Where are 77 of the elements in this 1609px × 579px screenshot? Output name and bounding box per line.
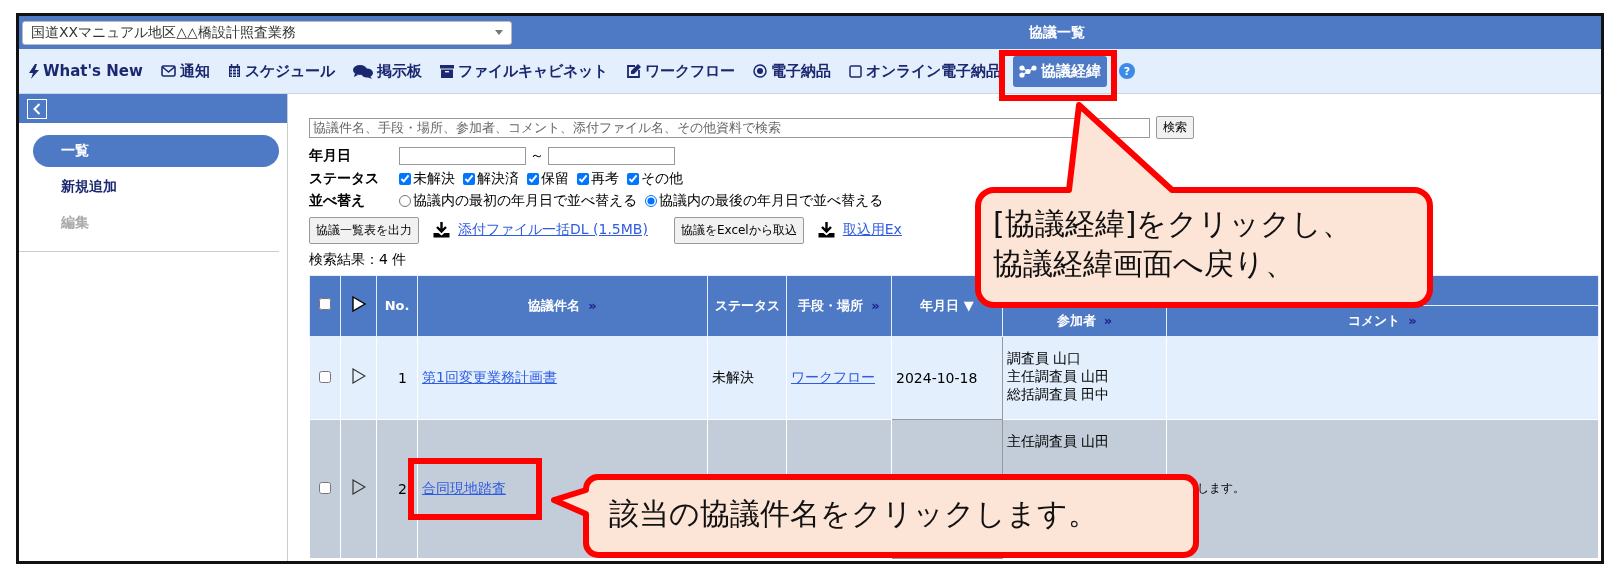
column-header[interactable]: No. [376, 275, 418, 337]
row-checkbox[interactable] [319, 370, 331, 383]
chevron-left-icon [33, 102, 41, 115]
title-link[interactable]: 第1回変更業務計画書 [422, 368, 557, 385]
play-icon[interactable] [351, 296, 366, 313]
calendar-icon [227, 64, 241, 78]
radio-label: 協議内の最後の年月日で並べ替える [659, 192, 883, 211]
sidebar-item[interactable]: 一覧 [33, 135, 279, 167]
row-number: 2 [398, 480, 407, 497]
page-title: 協議一覧 [1027, 23, 1086, 42]
range-separator: ～ [530, 147, 544, 166]
status-text: 未解決 [712, 368, 754, 385]
download-icon [433, 222, 450, 239]
participant-name: 主任調査員 山田 [1007, 366, 1111, 385]
action-button[interactable]: 協議をExcelから取込 [673, 216, 804, 244]
help-icon[interactable]: ? [1118, 63, 1135, 79]
result-count: 検索結果：4 件 [309, 250, 407, 269]
filter-label: ステータス [309, 169, 380, 188]
search-field[interactable]: 協議件名、手段・場所、参加者、コメント、添付ファイル名、その他資料で検索 [309, 117, 1150, 138]
row-checkbox[interactable] [319, 481, 331, 494]
filter-label: 年月日 [309, 147, 352, 166]
nav-tab[interactable]: ファイルキャビネット [433, 55, 614, 87]
project-dropdown[interactable]: 国道XXマニュアル地区△△橋設計照査業務 [22, 20, 512, 45]
radio-icon [752, 64, 767, 78]
method-link[interactable]: ワークフロー [791, 368, 875, 385]
sort-radio[interactable] [399, 195, 411, 208]
participant-name: 総括調査員 田中 [1007, 384, 1111, 403]
status-checkbox[interactable] [399, 172, 411, 185]
lightning-icon [29, 63, 39, 79]
nodes-icon [1018, 64, 1037, 78]
title-link[interactable]: 合同現地踏査 [422, 479, 506, 496]
status-checkbox[interactable] [527, 172, 539, 185]
nav-tab[interactable]: What's New [23, 56, 149, 86]
status-checkbox[interactable] [463, 172, 475, 185]
download-icon [817, 222, 835, 239]
nav-tab[interactable]: 掲示板 [346, 55, 428, 87]
checkbox-label: 保留 [541, 169, 569, 188]
edit-icon [625, 64, 641, 78]
select-all-checkbox[interactable] [319, 298, 331, 311]
sidebar-item[interactable]: 新規追加 [33, 171, 279, 203]
date-field[interactable] [548, 147, 675, 166]
column-header[interactable]: ステータス [707, 275, 787, 337]
play-icon[interactable] [351, 479, 366, 496]
collapse-button[interactable] [27, 98, 47, 119]
nav-tab[interactable]: スケジュール [221, 55, 341, 87]
nav-tab[interactable]: 協議経緯 [1012, 55, 1107, 87]
nav-tab[interactable]: 電子納品 [746, 55, 837, 87]
callout-tooltip: 該当の協議件名をクリックします。 [551, 474, 1199, 558]
participant-name: 主任調査員 山田 [1007, 431, 1111, 450]
checkbox-label: 解決済 [477, 169, 519, 188]
checkbox-label: 再考 [591, 169, 619, 188]
date-text: 2024-10-18 [896, 369, 978, 386]
row-number: 1 [398, 369, 407, 386]
column-header[interactable]: 手段・場所 » [786, 275, 892, 337]
nav-tab[interactable]: ワークフロー [619, 55, 741, 87]
mail-icon [160, 65, 176, 77]
filter-label: 並べ替え [309, 192, 366, 211]
square-icon [848, 64, 862, 78]
sort-radio[interactable] [645, 195, 657, 208]
play-icon[interactable] [351, 368, 366, 385]
search-button[interactable]: 検索 [1156, 116, 1194, 139]
caret-icon [495, 30, 503, 35]
radio-label: 協議内の最初の年月日で並べ替える [413, 192, 637, 211]
comment-text: します。 [1197, 481, 1245, 496]
participant-name: 調査員 山口 [1007, 348, 1083, 367]
download-link[interactable]: 添付ファイル一括DL (1.5MB) [458, 221, 648, 240]
checkbox-label: 未解決 [413, 169, 455, 188]
chat-icon [352, 63, 373, 79]
download-link[interactable]: 取込用Ex [842, 221, 902, 240]
status-checkbox[interactable] [627, 172, 639, 185]
date-field[interactable] [399, 147, 526, 166]
action-button[interactable]: 協議一覧表を出力 [309, 216, 419, 244]
checkbox-label: その他 [641, 169, 683, 188]
column-header[interactable]: 協議件名 » [417, 275, 708, 337]
status-checkbox[interactable] [577, 172, 589, 185]
nav-tab[interactable]: 通知 [154, 55, 216, 87]
archive-icon [439, 64, 454, 78]
